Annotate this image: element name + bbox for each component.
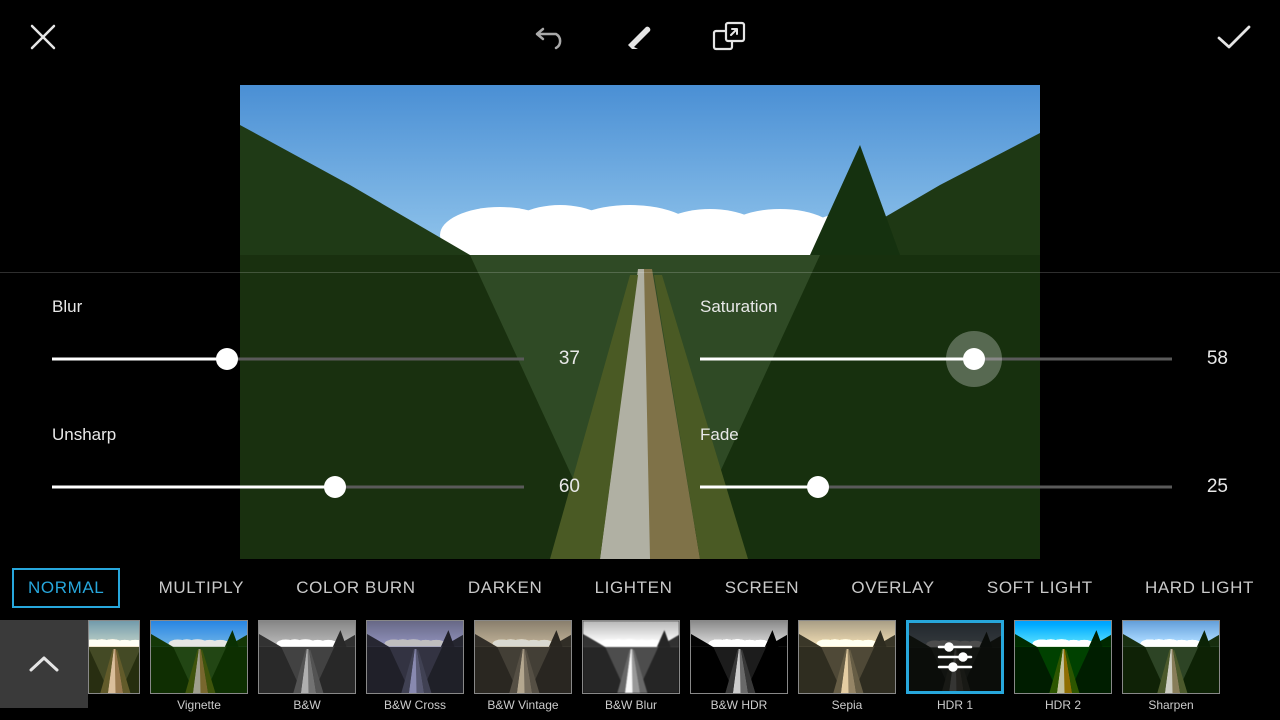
filter-item-b-w[interactable]: B&W	[258, 620, 356, 712]
filter-item-hdr-1[interactable]: HDR 1	[906, 620, 1004, 712]
filter-item-hdr-2[interactable]: HDR 2	[1014, 620, 1112, 712]
eraser-button[interactable]	[624, 23, 656, 51]
blend-mode-darken[interactable]: DARKEN	[454, 570, 556, 606]
slider-value: 25	[1198, 476, 1228, 498]
undo-button[interactable]	[534, 23, 568, 51]
slider-label: Saturation	[700, 297, 1228, 317]
apply-button[interactable]	[1216, 23, 1252, 51]
slider-track-blur[interactable]	[52, 345, 524, 373]
slider-unsharp: Unsharp 60	[52, 425, 580, 525]
expand-filters-button[interactable]	[0, 620, 88, 708]
sliders-icon	[909, 623, 1001, 691]
slider-label: Unsharp	[52, 425, 580, 445]
slider-track-fade[interactable]	[700, 473, 1172, 501]
filter-label: Vignette	[150, 698, 248, 712]
filter-label: Sepia	[798, 698, 896, 712]
filter-label: B&W HDR	[690, 698, 788, 712]
blend-mode-row: NORMAL MULTIPLY COLOR BURN DARKEN LIGHTEN SCR…	[0, 560, 1280, 616]
blend-mode-soft-light[interactable]: SOFT LIGHT	[973, 570, 1107, 606]
filter-label: B&W Vintage	[474, 698, 572, 712]
filter-item-vignette[interactable]: Vignette	[150, 620, 248, 712]
filter-item-b-w-blur[interactable]: B&W Blur	[582, 620, 680, 712]
filter-item-b-w-hdr[interactable]: B&W HDR	[690, 620, 788, 712]
filter-item-b-w-vintage[interactable]: B&W Vintage	[474, 620, 572, 712]
filters-strip: Vignette B&W B&W Cross B&W Vintage B&W Blur B…	[0, 620, 1280, 720]
slider-track-saturation[interactable]	[700, 345, 1172, 373]
slider-track-unsharp[interactable]	[52, 473, 524, 501]
filter-item-sharpen[interactable]: Sharpen	[1122, 620, 1220, 712]
slider-value: 58	[1198, 348, 1228, 370]
slider-label: Blur	[52, 297, 580, 317]
slider-blur: Blur 37	[52, 297, 580, 397]
slider-saturation: Saturation 58	[700, 297, 1228, 397]
slider-value: 60	[550, 476, 580, 498]
blend-mode-multiply[interactable]: MULTIPLY	[145, 570, 258, 606]
blend-mode-color-burn[interactable]: COLOR BURN	[282, 570, 429, 606]
filter-item-sepia[interactable]: Sepia	[798, 620, 896, 712]
blend-mode-overlay[interactable]: OVERLAY	[837, 570, 948, 606]
filter-label: HDR 2	[1014, 698, 1112, 712]
filter-label: B&W Blur	[582, 698, 680, 712]
filter-label: HDR 1	[906, 698, 1004, 712]
adjustments-panel: Blur 37 Saturation 58 Unsharp	[0, 272, 1280, 552]
blend-mode-screen[interactable]: SCREEN	[711, 570, 813, 606]
slider-label: Fade	[700, 425, 1228, 445]
filter-label: Sharpen	[1122, 698, 1220, 712]
filter-label: B&W	[258, 698, 356, 712]
blend-mode-normal[interactable]: NORMAL	[12, 568, 120, 608]
slider-value: 37	[550, 348, 580, 370]
blend-mode-hard-light[interactable]: HARD LIGHT	[1131, 570, 1268, 606]
filter-item-b-w-cross[interactable]: B&W Cross	[366, 620, 464, 712]
filter-label: B&W Cross	[366, 698, 464, 712]
top-toolbar	[0, 0, 1280, 74]
filter-item-edge[interactable]	[88, 620, 140, 712]
close-button[interactable]	[28, 22, 58, 52]
blend-mode-lighten[interactable]: LIGHTEN	[581, 570, 687, 606]
compare-button[interactable]	[712, 21, 746, 53]
slider-fade: Fade 25	[700, 425, 1228, 525]
